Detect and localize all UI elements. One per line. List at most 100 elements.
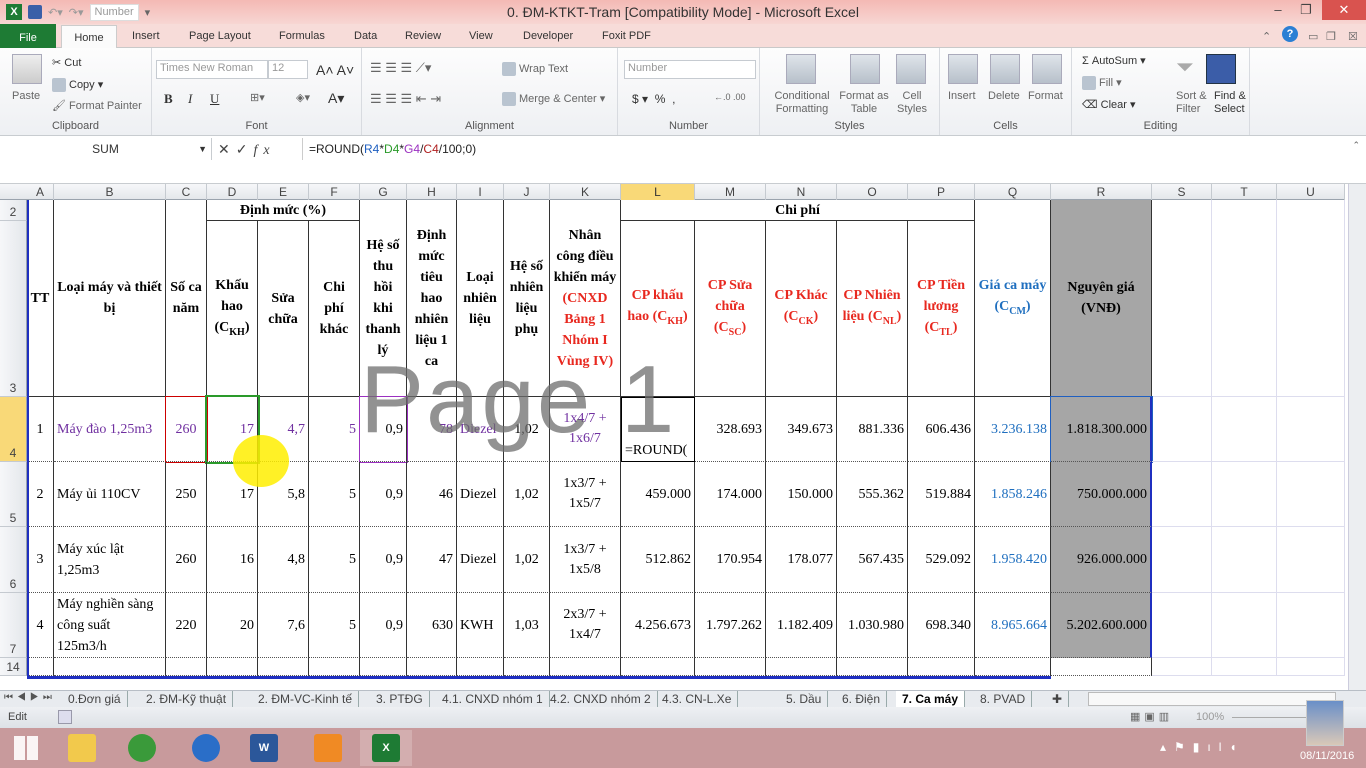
font-name-select[interactable]: Times New Roman [156, 60, 268, 79]
network-app-icon[interactable] [180, 730, 232, 766]
empty-cell[interactable] [908, 658, 975, 676]
sheet-tab[interactable]: 0.Đơn giá [62, 691, 128, 707]
paste-icon[interactable] [12, 54, 42, 84]
column-header-I[interactable]: I [457, 184, 504, 200]
column-header-M[interactable]: M [695, 184, 766, 200]
empty-cell[interactable] [1212, 658, 1277, 676]
help-icon[interactable]: ? [1282, 26, 1298, 42]
cell-loai-nl[interactable]: Diezel [457, 397, 504, 462]
tab-review[interactable]: Review [405, 28, 441, 44]
comma-button[interactable]: , [672, 92, 675, 106]
decimal-icons[interactable]: ←.0 .00 [714, 92, 746, 102]
excel-taskbar-icon[interactable]: X [360, 730, 412, 766]
paste-button[interactable]: Paste [12, 90, 40, 102]
empty-cell[interactable] [54, 658, 166, 676]
minimize-button[interactable]: – [1264, 0, 1292, 20]
header-khau-hao[interactable]: Khấu hao (CKH) [207, 221, 258, 397]
row-header-14[interactable]: 14 [0, 658, 27, 676]
header-he-so-nl[interactable]: Hệ số nhiên liệu phụ [504, 200, 550, 397]
format-as-table-button[interactable]: Format as Table [838, 90, 890, 116]
column-header-C[interactable]: C [166, 184, 207, 200]
sheet-tab[interactable]: 2. ĐM-Kỹ thuật [140, 691, 234, 707]
tab-formulas[interactable]: Formulas [279, 28, 325, 44]
sheet-tab[interactable]: 4.3. CN-L.Xe [656, 691, 739, 707]
conditional-formatting-button[interactable]: Conditional Formatting [770, 90, 834, 116]
copy-button[interactable]: Copy [69, 79, 95, 91]
cell-cp-sc[interactable]: 170.954 [695, 527, 766, 593]
insert-sheet-icon[interactable]: ✚ [1046, 691, 1070, 707]
name-box[interactable]: SUM ▼ [0, 138, 212, 160]
cell-cp-tl[interactable]: 519.884 [908, 462, 975, 527]
empty-cell[interactable] [1152, 200, 1212, 397]
empty-cell[interactable] [1152, 462, 1212, 527]
empty-cell[interactable] [1277, 658, 1345, 676]
header-cp-ck[interactable]: CP Khác (CCK) [766, 221, 837, 397]
column-header-Q[interactable]: Q [975, 184, 1051, 200]
cell-dm-nl[interactable]: 47 [407, 527, 457, 593]
cell-hs-nl[interactable]: 1,03 [504, 593, 550, 658]
cell-ck[interactable]: 5 [309, 397, 360, 462]
cell-hs-nl[interactable]: 1,02 [504, 462, 550, 527]
cell-gia[interactable]: 3.236.138 [975, 397, 1051, 462]
cell-nguyen-gia[interactable]: 5.202.600.000 [1051, 593, 1152, 658]
format-button[interactable]: Format [1028, 90, 1063, 102]
cell-thu-hoi[interactable]: 0,9 [360, 527, 407, 593]
empty-cell[interactable] [258, 658, 309, 676]
column-header-U[interactable]: U [1277, 184, 1345, 200]
empty-cell[interactable] [975, 658, 1051, 676]
horizontal-scrollbar[interactable] [1088, 692, 1336, 706]
cell-cp-kh[interactable]: 4.256.673 [621, 593, 695, 658]
cell-thu-hoi[interactable]: 0,9 [360, 462, 407, 527]
cell-cp-sc[interactable]: 174.000 [695, 462, 766, 527]
word-icon[interactable]: W [238, 730, 290, 766]
cell-hs-nl[interactable]: 1,02 [504, 397, 550, 462]
delete-button[interactable]: Delete [988, 90, 1020, 102]
enter-icon[interactable]: ✓ [236, 141, 254, 157]
empty-cell[interactable] [1152, 397, 1212, 462]
fill-color-icon[interactable]: ◈▾ [296, 91, 310, 104]
close-button[interactable]: ✕ [1322, 0, 1366, 20]
cell-dm-nl[interactable]: 630 [407, 593, 457, 658]
cell-kh[interactable]: 20 [207, 593, 258, 658]
column-header-J[interactable]: J [504, 184, 550, 200]
cell-cp-ck[interactable]: 178.077 [766, 527, 837, 593]
find-select-button[interactable]: Find & Select [1214, 90, 1250, 116]
cell-so-ca[interactable]: 250 [166, 462, 207, 527]
row-header-2[interactable]: 2 [0, 200, 27, 221]
cell-cp-ck[interactable]: 150.000 [766, 462, 837, 527]
number-format-select[interactable]: Number [624, 60, 756, 79]
header-he-so-thu-hoi[interactable]: Hệ số thu hồi khi thanh lý [360, 200, 407, 397]
clock-date[interactable]: 08/11/2016 [1300, 750, 1354, 762]
header-loai-nl[interactable]: Loại nhiên liệu [457, 200, 504, 397]
sheet-tab[interactable]: 8. PVAD [974, 691, 1033, 707]
cell-so-ca[interactable]: 260 [165, 396, 208, 463]
empty-cell[interactable] [27, 658, 54, 676]
macro-record-icon[interactable] [58, 710, 72, 724]
cell-thu-hoi[interactable]: 0,9 [359, 396, 408, 463]
column-header-B[interactable]: B [54, 184, 166, 200]
horizontal-align-icons[interactable]: ☰ ☰ ☰ ⇤ ⇥ [370, 91, 441, 107]
font-color-icon[interactable]: A▾ [328, 90, 344, 107]
empty-cell[interactable] [766, 658, 837, 676]
header-dinh-muc-nl[interactable]: Định mức tiêu hao nhiên liệu 1 ca [407, 200, 457, 397]
cell-name[interactable]: Máy xúc lật 1,25m3 [54, 527, 166, 593]
tab-file[interactable]: File [0, 24, 56, 48]
header-sua-chua[interactable]: Sửa chữa [258, 221, 309, 397]
clear-button[interactable]: Clear [1101, 99, 1127, 111]
column-header-S[interactable]: S [1152, 184, 1212, 200]
cell-dm-nl[interactable]: 46 [407, 462, 457, 527]
empty-cell[interactable] [1152, 658, 1212, 676]
cell-tt[interactable]: 1 [27, 397, 54, 462]
font-size-select[interactable]: 12 [268, 60, 308, 79]
cell-gia[interactable]: 1.958.420 [975, 527, 1051, 593]
windows-start-icon[interactable] [0, 730, 52, 766]
cell-cp-ck[interactable]: 1.182.409 [766, 593, 837, 658]
column-header-P[interactable]: P [908, 184, 975, 200]
sheet-tab[interactable]: 4.1. CNXD nhóm 1 [436, 691, 550, 707]
empty-cell[interactable] [1277, 462, 1345, 527]
header-tt[interactable]: TT [27, 200, 54, 397]
sheet-nav-arrows[interactable]: ⏮◀▶⏭ [4, 692, 56, 703]
workbook-restore-icon[interactable]: ❐ [1326, 28, 1336, 45]
header-cp-kh[interactable]: CP khấu hao (CKH) [621, 221, 695, 397]
cell-so-ca[interactable]: 260 [166, 527, 207, 593]
